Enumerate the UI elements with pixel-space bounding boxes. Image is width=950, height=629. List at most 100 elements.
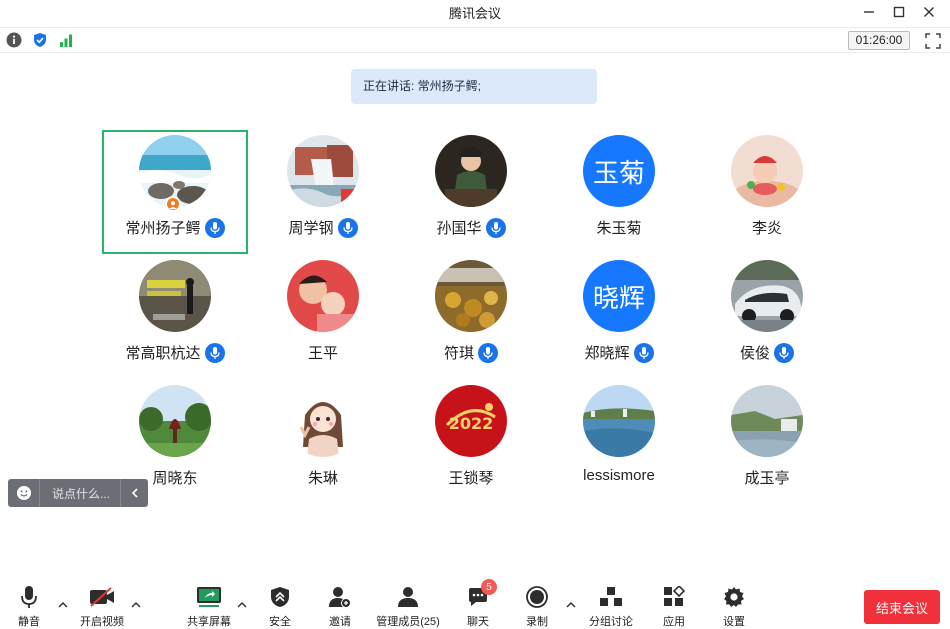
participant-tile[interactable]: 孙国华: [398, 130, 544, 254]
invite-button[interactable]: 邀请: [324, 583, 356, 629]
participant-tile[interactable]: 常高职杭达: [102, 255, 248, 379]
signal-icon: [60, 34, 72, 47]
participant-tile[interactable]: 朱琳: [250, 380, 396, 504]
participant-name-row: 李炎: [694, 217, 840, 238]
emoji-icon: [16, 486, 31, 500]
chevron-up-icon[interactable]: [130, 601, 142, 609]
video-label: 开启视频: [80, 616, 124, 628]
mute-button[interactable]: 静音: [14, 583, 44, 629]
participant-tile[interactable]: 李炎: [694, 130, 840, 254]
avatar: [731, 385, 803, 457]
participant-name-row: 常州扬子鳄: [104, 217, 246, 238]
avatar: [139, 385, 211, 457]
chat-collapse-button[interactable]: [120, 479, 148, 507]
meeting-info-button[interactable]: [5, 31, 23, 49]
record-label: 录制: [526, 616, 548, 628]
participant-name: 朱琳: [307, 470, 338, 487]
participant-name: 朱玉菊: [596, 220, 642, 237]
avatar: [731, 135, 803, 207]
participant-tile[interactable]: 成玉亭: [694, 380, 840, 504]
apps-button[interactable]: 应用: [660, 583, 688, 629]
participant-tile[interactable]: 周学钢: [250, 130, 396, 254]
participant-tile[interactable]: 符琪: [398, 255, 544, 379]
participant-name: 王平: [307, 345, 338, 362]
close-icon: [924, 7, 934, 17]
settings-button[interactable]: 设置: [720, 583, 748, 629]
minimize-icon: [864, 11, 874, 13]
participant-name: 侯俊: [739, 345, 770, 362]
add-user-icon: [329, 586, 351, 608]
avatar: [435, 135, 507, 207]
info-icon: [6, 32, 22, 48]
emoji-button[interactable]: [8, 479, 40, 507]
chevron-up-icon[interactable]: [57, 601, 69, 609]
mic-active-icon: [478, 342, 498, 363]
end-meeting-button[interactable]: 结束会议: [864, 590, 940, 624]
start-video-button[interactable]: 开启视频: [78, 583, 126, 629]
participant-name-row: 王锁琴: [398, 467, 544, 488]
mic-active-icon: [204, 342, 225, 363]
chat-button[interactable]: 5 聊天: [464, 579, 497, 629]
avatar: [435, 260, 507, 332]
share-label: 共享屏幕: [187, 616, 231, 628]
participant-name-row: 周学钢: [250, 217, 396, 238]
mic-active-icon: [633, 342, 654, 363]
mic-active-icon: [774, 342, 794, 363]
security-label: 安全: [269, 616, 291, 628]
shield-icon: [34, 33, 46, 47]
participant-name: 常高职杭达: [125, 345, 201, 362]
participant-tile[interactable]: 玉菊 朱玉菊: [546, 130, 692, 254]
participant-tile[interactable]: 2022 王锁琴: [398, 380, 544, 504]
network-status-button[interactable]: [57, 31, 75, 49]
members-icon: [398, 586, 418, 607]
avatar: [287, 260, 359, 332]
maximize-button[interactable]: [886, 2, 912, 22]
share-screen-button[interactable]: 共享屏幕: [185, 583, 233, 629]
settings-label: 设置: [723, 616, 745, 628]
chevron-up-icon[interactable]: [565, 601, 577, 609]
participant-name-row: 符琪: [398, 342, 544, 363]
participant-name: lessismore: [583, 467, 655, 484]
avatar: 2022: [435, 385, 507, 457]
avatar: [731, 260, 803, 332]
participant-tile[interactable]: 侯俊: [694, 255, 840, 379]
participant-tile[interactable]: 王平: [250, 255, 396, 379]
mic-active-icon: [204, 217, 225, 238]
chat-input[interactable]: 说点什么...: [40, 485, 120, 502]
participant-name-row: 常高职杭达: [102, 342, 248, 363]
host-icon: [169, 201, 177, 209]
close-button[interactable]: [916, 2, 942, 22]
participant-tile[interactable]: 晓辉 郑晓辉: [546, 255, 692, 379]
participant-name: 成玉亭: [744, 470, 790, 487]
manage-members-button[interactable]: 管理成员(25): [374, 583, 442, 629]
record-button[interactable]: 录制: [522, 583, 552, 629]
record-icon: [526, 585, 548, 608]
security-button[interactable]: 安全: [264, 583, 296, 629]
participant-tile[interactable]: lessismore: [546, 380, 692, 504]
participant-tile[interactable]: 常州扬子鳄: [102, 130, 248, 254]
avatar: 晓辉: [583, 260, 655, 332]
avatar: [139, 260, 211, 332]
participant-name-row: 王平: [250, 342, 396, 363]
chevron-up-icon[interactable]: [236, 601, 248, 609]
members-label: 管理成员(25): [376, 616, 440, 628]
host-badge: [165, 196, 181, 212]
security-status-button[interactable]: [31, 31, 49, 49]
svg-text:2022: 2022: [449, 414, 494, 433]
microphone-icon: [21, 585, 37, 608]
participant-name: 周学钢: [288, 220, 334, 237]
participant-name: 王锁琴: [448, 470, 494, 487]
apps-grid-icon: [664, 585, 685, 606]
participant-name-row: 侯俊: [694, 342, 840, 363]
minimize-button[interactable]: [856, 2, 882, 22]
title-bar: 腾讯会议: [0, 0, 950, 24]
participant-name-row: 朱琳: [250, 467, 396, 488]
mic-active-icon: [485, 217, 506, 238]
participant-name-row: lessismore: [546, 467, 692, 484]
security-shield-icon: [271, 586, 289, 607]
chat-quick-input[interactable]: 说点什么...: [8, 479, 148, 507]
participant-name: 常州扬子鳄: [125, 220, 201, 237]
fullscreen-button[interactable]: [924, 32, 942, 50]
avatar: [287, 385, 359, 457]
breakout-rooms-button[interactable]: 分组讨论: [587, 583, 635, 629]
